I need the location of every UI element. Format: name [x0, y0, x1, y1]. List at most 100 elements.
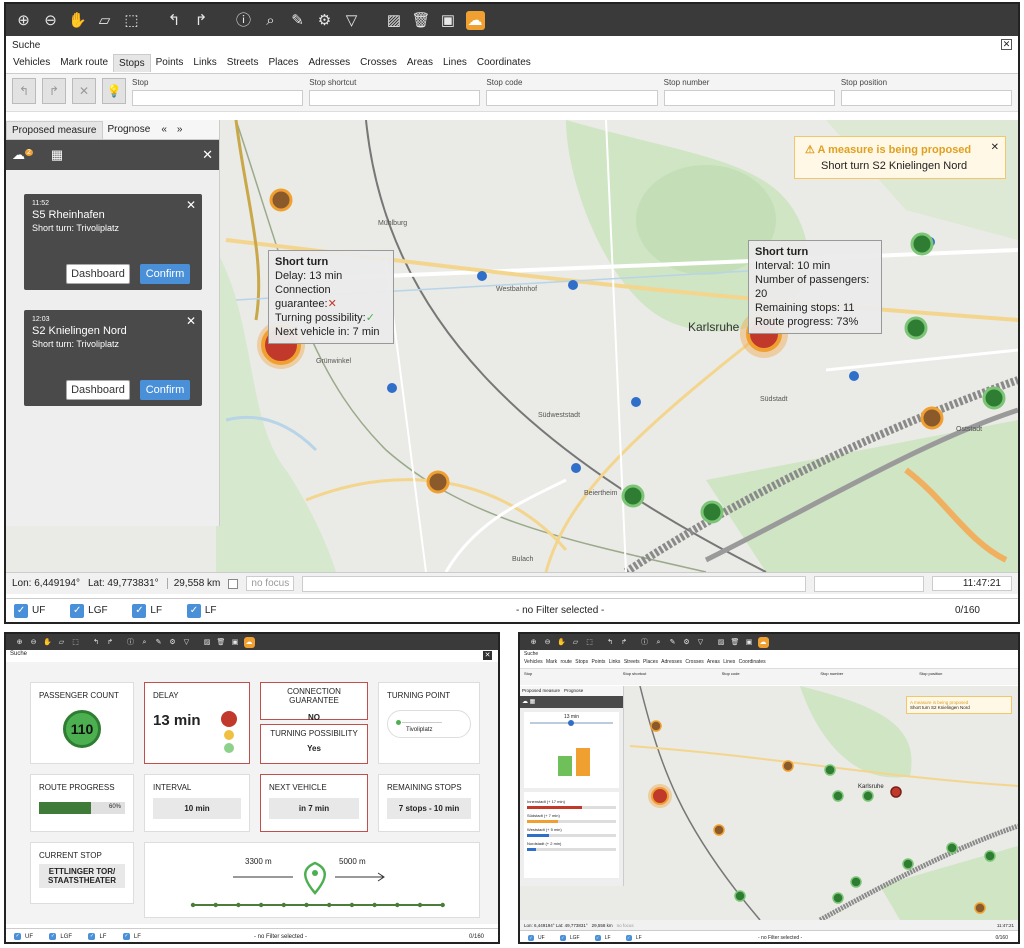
select-icon[interactable]: ⬚ [70, 637, 81, 648]
chevron-right-icon[interactable]: » [177, 124, 183, 135]
checkbox-icon[interactable]: ✓ [559, 934, 566, 941]
trash-icon[interactable]: 🗑 [412, 11, 431, 30]
zoom-in-icon[interactable]: ⊕ [528, 637, 539, 648]
ruler-icon[interactable]: ▱ [570, 637, 581, 648]
checkbox-icon[interactable]: ✓ [594, 934, 601, 941]
tab-adresses[interactable]: Adresses [303, 54, 355, 71]
gear-icon[interactable]: ⚙ [167, 637, 178, 648]
turning-point-slider[interactable]: Tivoliplatz [387, 710, 471, 738]
bus-icon[interactable]: ▣ [439, 11, 458, 30]
ruler-icon[interactable]: ▱ [95, 11, 114, 30]
checkbox-icon[interactable]: ✓ [528, 934, 534, 941]
checkbox-icon[interactable]: ✓ [14, 603, 28, 618]
dashboard-button[interactable]: Dashboard [66, 380, 130, 400]
checkbox-icon[interactable]: ✓ [186, 603, 201, 618]
filter-lgf[interactable]: ✓ LGF [49, 933, 72, 940]
zoom-out-icon[interactable]: ⊖ [41, 11, 60, 30]
zoom-out-icon[interactable]: ⊖ [542, 637, 553, 648]
zoom-out-icon[interactable]: ⊖ [28, 637, 39, 648]
tab-streets[interactable]: Streets [222, 54, 264, 71]
focus-checkbox[interactable] [228, 578, 239, 589]
undo-icon[interactable]: ↰ [605, 637, 616, 648]
select-icon[interactable]: ⬚ [122, 11, 141, 30]
filter-lgf[interactable]: ✓ LGF [70, 603, 108, 618]
filter-icon[interactable]: ▽ [695, 637, 706, 648]
tab-mark-route[interactable]: Mark route [55, 54, 113, 71]
filter-uf[interactable]: ✓ UF [528, 934, 545, 941]
filter-lgf[interactable]: ✓ LGF [559, 934, 580, 941]
mini-slider-track[interactable] [527, 848, 616, 851]
ruler-icon[interactable]: ▱ [56, 637, 67, 648]
field-input[interactable] [840, 90, 1013, 106]
map-icon[interactable]: ▨ [202, 637, 213, 648]
close-icon[interactable]: ✕ [483, 651, 492, 660]
bus-icon[interactable]: ▣ [230, 637, 241, 648]
hand-icon[interactable]: ✋ [68, 11, 87, 30]
mini-slider-track[interactable] [527, 806, 616, 809]
close-icon[interactable]: ✕ [991, 142, 999, 153]
info-icon[interactable]: ⓘ [125, 637, 136, 648]
mini-slider-track[interactable] [527, 820, 616, 823]
filter-lf[interactable]: ✓ LF [186, 603, 217, 618]
search-icon[interactable]: ⌕ [139, 637, 150, 648]
checkbox-icon[interactable]: ✓ [88, 933, 96, 940]
tab-vehicles[interactable]: Vehicles [8, 54, 55, 71]
redo-icon[interactable]: ↱ [42, 78, 66, 104]
redo-icon[interactable]: ↱ [619, 637, 630, 648]
field-input[interactable] [309, 90, 481, 106]
mini-field[interactable]: Stop shortcut [623, 671, 718, 683]
checkbox-icon[interactable]: ✓ [14, 933, 21, 940]
tab-points[interactable]: Points [151, 54, 189, 71]
bus-icon[interactable]: ▣ [744, 637, 755, 648]
redo-icon[interactable]: ↱ [192, 11, 211, 30]
status-input[interactable] [302, 575, 806, 592]
filter-lf[interactable]: ✓ LF [88, 933, 106, 940]
checkbox-icon[interactable]: ✓ [625, 934, 632, 941]
tab-areas[interactable]: Areas [402, 54, 438, 71]
mini-slider[interactable] [530, 720, 613, 726]
tab-proposed-measure[interactable]: Proposed measure [522, 688, 560, 694]
table-icon[interactable]: ▦ [51, 147, 63, 163]
filter-icon[interactable]: ▽ [181, 637, 192, 648]
tab-links[interactable]: Links [188, 54, 221, 71]
checkbox-icon[interactable]: ✓ [122, 933, 130, 940]
field-input[interactable] [486, 90, 658, 106]
undo-icon[interactable]: ↰ [165, 11, 184, 30]
map-icon[interactable]: ▨ [716, 637, 727, 648]
mini-field[interactable]: Stop position [919, 671, 1014, 683]
undo-icon[interactable]: ↰ [12, 78, 36, 104]
mini-tabs[interactable]: Vehicles Mark route Stops Points Links S… [520, 659, 1018, 669]
tab-prognose[interactable]: Prognose [103, 121, 156, 138]
filter-lf[interactable]: ✓ LF [122, 933, 141, 940]
hand-icon[interactable]: ✋ [556, 637, 567, 648]
filter-lf[interactable]: ✓ LF [594, 934, 611, 941]
filter-icon[interactable]: ▽ [342, 11, 361, 30]
field-input[interactable] [132, 90, 304, 106]
chevron-left-icon[interactable]: « [161, 124, 167, 135]
search-icon[interactable]: ⌕ [653, 637, 664, 648]
close-icon[interactable]: ✕ [186, 314, 196, 328]
tab-stops[interactable]: Stops [113, 53, 151, 72]
close-icon[interactable]: ✕ [72, 78, 96, 104]
mini-slider-track[interactable] [527, 834, 616, 837]
hand-icon[interactable]: ✋ [42, 637, 53, 648]
map-icon[interactable]: ▨ [385, 11, 404, 30]
brain-icon[interactable]: ☁ [243, 636, 255, 648]
info-icon[interactable]: ⓘ [639, 637, 650, 648]
trash-icon[interactable]: 🗑 [216, 637, 227, 648]
mini-field[interactable]: Stop number [820, 671, 915, 683]
tab-places[interactable]: Places [263, 54, 303, 71]
close-icon[interactable]: ✕ [1001, 39, 1012, 50]
pen-icon[interactable]: ✎ [288, 11, 307, 30]
filter-uf[interactable]: ✓ UF [14, 603, 45, 618]
filter-uf[interactable]: ✓ UF [14, 933, 33, 940]
confirm-button[interactable]: Confirm [140, 380, 190, 400]
tab-proposed-measure[interactable]: Proposed measure [6, 120, 103, 139]
filter-lf[interactable]: ✓ LF [625, 934, 642, 941]
field-input[interactable] [663, 90, 835, 106]
tab-lines[interactable]: Lines [438, 54, 472, 71]
table-icon[interactable]: ▦ [530, 699, 536, 705]
brain-icon[interactable]: ☁ [757, 636, 769, 648]
tab-coordinates[interactable]: Coordinates [472, 54, 536, 71]
trash-icon[interactable]: 🗑 [730, 637, 741, 648]
